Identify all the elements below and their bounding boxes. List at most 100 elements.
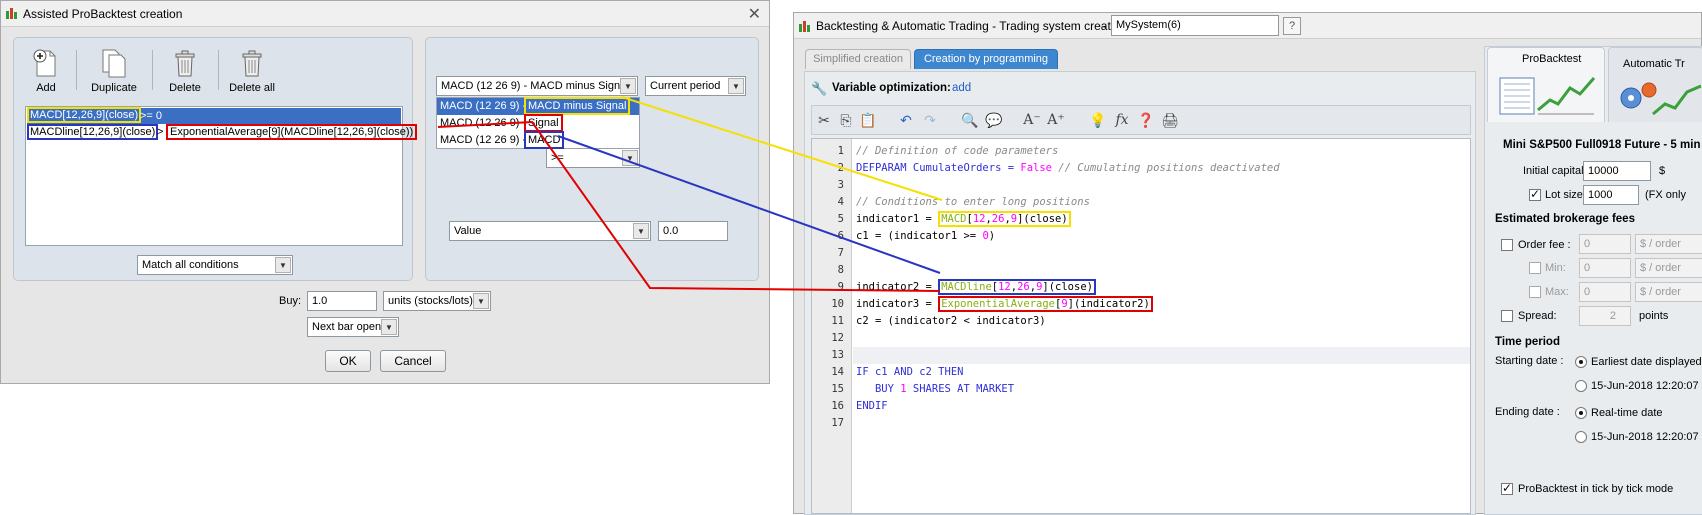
order-fee-label: Order fee :	[1518, 239, 1571, 251]
initial-capital-input[interactable]: 10000	[1583, 161, 1651, 181]
tab-automatic-trading[interactable]: Automatic Tr	[1608, 47, 1702, 122]
instrument-title: Mini S&P500 Full0918 Future - 5 min	[1503, 139, 1701, 151]
indicator-select[interactable]: MACD (12 26 9) - MACD minus Signal ▼	[436, 76, 638, 96]
units-value: units (stocks/lots)	[388, 295, 473, 307]
font-decrease-icon[interactable]: A⁻	[1022, 110, 1042, 130]
lot-size-input[interactable]: 1000	[1583, 185, 1639, 205]
spread-checkbox[interactable]	[1501, 310, 1513, 322]
fx-only-label: (FX only	[1645, 189, 1686, 201]
conditions-list[interactable]: MACD[12,26,9](close) >= 0 MACDline[12,26…	[25, 106, 418, 246]
tab-probacktest[interactable]: ProBacktest	[1487, 47, 1605, 122]
delete-all-label: Delete all	[229, 82, 275, 94]
chevron-down-icon: ▼	[620, 78, 636, 94]
max-fee-checkbox[interactable]	[1529, 286, 1541, 298]
buy-quantity-input[interactable]: 1.0	[307, 291, 377, 311]
search-icon[interactable]: 🔍	[960, 110, 980, 130]
period-select-value: Current period	[650, 80, 721, 92]
operator-select[interactable]: >= ▼	[546, 148, 640, 168]
list-item[interactable]: MACD (12 26 9) - MACD	[437, 131, 639, 149]
undo-icon[interactable]: ↶	[896, 110, 916, 130]
order-fee-checkbox[interactable]	[1501, 239, 1513, 251]
ok-button[interactable]: OK	[325, 350, 371, 372]
cut-icon[interactable]: ✂	[814, 110, 834, 130]
line-number: 12	[831, 332, 844, 344]
start-date-radio[interactable]	[1575, 380, 1587, 392]
chevron-down-icon: ▼	[473, 293, 489, 309]
value-input[interactable]: 0.0	[658, 221, 728, 241]
lot-size-checkbox[interactable]	[1529, 187, 1541, 201]
tab-creation-by-programming[interactable]: Creation by programming	[914, 49, 1058, 69]
tick-mode-label: ProBacktest in tick by tick mode	[1518, 483, 1674, 495]
tick-mode-checkbox[interactable]	[1501, 481, 1513, 495]
print-icon[interactable]: 🖨	[1160, 110, 1180, 130]
min-fee-checkbox[interactable]	[1529, 262, 1541, 274]
add-button[interactable]: Add	[26, 48, 66, 94]
indicator-dropdown-list[interactable]: MACD (12 26 9) - MACD minus Signal MACD …	[436, 97, 640, 149]
function-icon[interactable]: fx	[1112, 110, 1132, 130]
condition-row[interactable]: MACD[12,26,9](close) >= 0	[27, 107, 401, 124]
line-number: 13	[831, 349, 844, 361]
units-select[interactable]: units (stocks/lots) ▼	[383, 291, 491, 311]
match-select[interactable]: Match all conditions ▼	[137, 255, 293, 275]
code-line-1: // Definition of code parameters	[856, 145, 1059, 157]
add-label: Add	[36, 82, 56, 94]
max-fee-unit-select[interactable]: $ / order	[1635, 282, 1702, 302]
max-fee-input[interactable]: 0	[1579, 282, 1631, 302]
close-icon[interactable]: ✕	[748, 4, 761, 24]
realtime-date-radio[interactable]	[1575, 407, 1587, 419]
condition-row[interactable]: MACDline[12,26,9](close) > ExponentialAv…	[27, 124, 418, 141]
paste-icon[interactable]: 📋	[858, 110, 878, 130]
line-number: 2	[837, 162, 844, 174]
line-number: 14	[831, 366, 844, 378]
wrench-icon: 🔧	[811, 81, 828, 96]
option-macd-minus-signal: MACD minus Signal	[524, 97, 631, 115]
code-line-10: indicator3 = ExponentialAverage[9](indic…	[856, 296, 1280, 313]
cancel-button[interactable]: Cancel	[380, 350, 446, 372]
redo-icon[interactable]: ↷	[920, 110, 940, 130]
comment-icon[interactable]: 💬	[984, 110, 1004, 130]
max-fee-label: Max:	[1545, 286, 1569, 298]
line-number: 8	[837, 264, 844, 276]
order-fee-unit-select[interactable]: $ / order	[1635, 234, 1702, 254]
line-numbers: 1 2 3 4 5 6 7 8 9 10 11 12 13 14 15 16 17	[816, 143, 844, 432]
earliest-date-radio[interactable]	[1575, 356, 1587, 368]
delete-all-button[interactable]: Delete all	[224, 48, 280, 94]
condition-1-op: >= 0	[140, 110, 163, 122]
min-fee-input[interactable]: 0	[1579, 258, 1631, 278]
list-item[interactable]: MACD (12 26 9) - MACD minus Signal	[437, 97, 639, 115]
indicator-panel: MACD (12 26 9) - MACD minus Signal ▼ Cur…	[425, 37, 759, 281]
help-circle-icon[interactable]: ❓	[1136, 110, 1156, 130]
option-prefix: MACD (12 26 9) -	[440, 117, 527, 129]
line-number: 7	[837, 247, 844, 259]
code-line-16: ENDIF	[856, 400, 888, 412]
option-prefix: MACD (12 26 9) -	[440, 134, 527, 146]
end-date-radio[interactable]	[1575, 431, 1587, 443]
list-item[interactable]: MACD (12 26 9) - Signal	[437, 114, 639, 132]
match-value: Match all conditions	[142, 259, 239, 271]
help-icon[interactable]: ?	[1283, 17, 1301, 35]
lightbulb-icon[interactable]: 💡	[1088, 110, 1108, 130]
spread-stepper[interactable]: 2	[1579, 306, 1631, 326]
delete-button[interactable]: Delete	[162, 48, 208, 94]
system-name-input[interactable]: MySystem(6)	[1111, 15, 1279, 36]
timing-select[interactable]: Next bar open ▼	[307, 317, 399, 337]
add-variable-link[interactable]: add	[952, 82, 971, 94]
duplicate-button[interactable]: Duplicate	[84, 48, 144, 94]
editor-panel: 🔧 Variable optimization: add ✂ ⎘ 📋 ↶ ↷ 🔍…	[804, 71, 1476, 515]
code-editor[interactable]: 1 2 3 4 5 6 7 8 9 10 11 12 13 14 15 16 17 // Definition …	[811, 138, 1471, 514]
tab-simplified-creation[interactable]: Simplified creation	[805, 49, 911, 69]
copy-icon[interactable]: ⎘	[836, 110, 856, 130]
code-line-11: c2 = (indicator2 < indicator3)	[856, 315, 1046, 327]
value-select[interactable]: Value ▼	[449, 221, 651, 241]
time-period-title: Time period	[1495, 336, 1560, 348]
assisted-backtest-dialog: Assisted ProBacktest creation ✕ Add Dupl…	[0, 0, 770, 384]
min-fee-unit-select[interactable]: $ / order	[1635, 258, 1702, 278]
font-increase-icon[interactable]: A⁺	[1046, 110, 1066, 130]
period-select[interactable]: Current period ▼	[645, 76, 746, 96]
order-fee-input[interactable]: 0	[1579, 234, 1631, 254]
